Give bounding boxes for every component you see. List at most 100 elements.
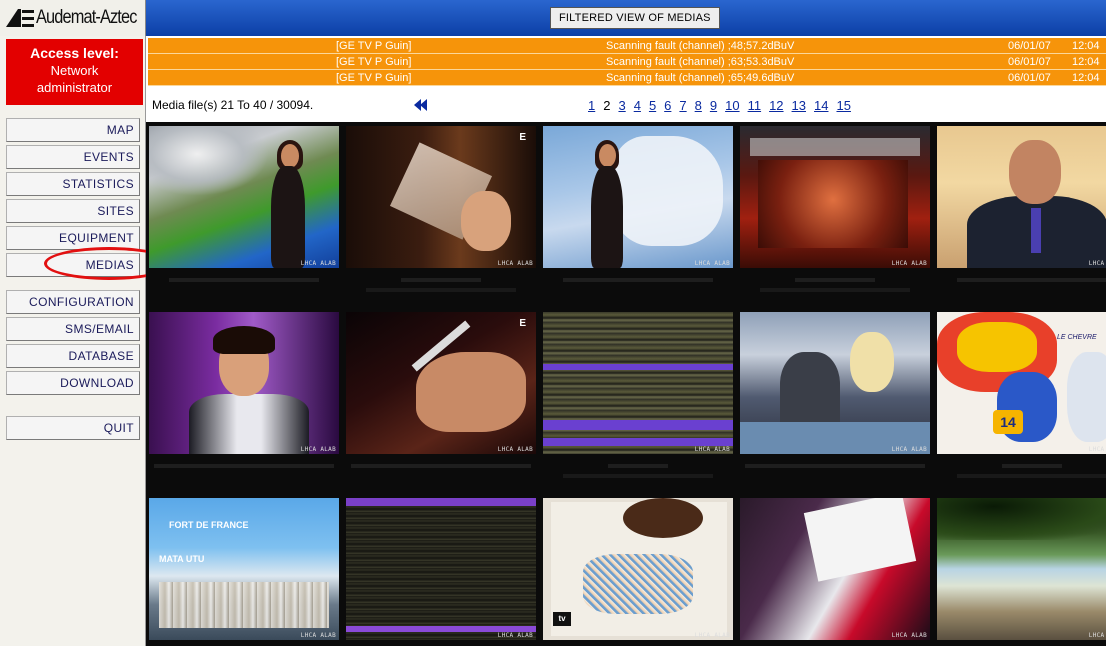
thumbnail-stamp: LHCA ALAB: [694, 446, 730, 453]
anchor-tie: [1031, 208, 1041, 253]
palm-foliage: [937, 498, 1106, 540]
hand: [623, 498, 703, 538]
page-link-1[interactable]: 1: [588, 98, 595, 113]
alarm-source: [GE TV P Guin]: [336, 40, 412, 52]
page-link-10[interactable]: 10: [725, 98, 739, 113]
nav-map-button[interactable]: MAP: [6, 118, 140, 142]
presenter-body: [591, 166, 623, 268]
presenter-face: [599, 144, 616, 167]
media-thumbnail-glass-closeup[interactable]: E LHCA ALAB: [346, 126, 536, 268]
thumbnail-stamp: LHCA ALAB: [497, 446, 533, 453]
logo-triangle-icon: [6, 9, 34, 27]
glitch-band: [543, 364, 733, 370]
page-link-9[interactable]: 9: [710, 98, 717, 113]
alarm-time: 12:04: [1072, 40, 1100, 52]
access-level-line2: administrator: [36, 80, 113, 95]
access-level-line1: Network: [50, 63, 99, 78]
audemat-aztec-logo: Audemat-Aztec: [0, 0, 146, 36]
thumbnail-caption: [937, 456, 1106, 484]
nav-equipment-button[interactable]: EQUIPMENT: [6, 226, 140, 250]
page-link-8[interactable]: 8: [695, 98, 702, 113]
page-link-12[interactable]: 12: [769, 98, 783, 113]
media-thumbnail-sketch-drawing[interactable]: tv LHCA ALAB: [543, 498, 733, 640]
media-thumbnail-weather-europe[interactable]: LHCA ALAB: [149, 126, 339, 268]
woman-figure: [850, 332, 894, 392]
thumbnail-stamp: LHCA ALAB: [497, 632, 533, 639]
glitch-band: [543, 438, 733, 446]
media-thumbnail-fashion-bag[interactable]: LHCA ALAB: [740, 498, 930, 640]
page-link-6[interactable]: 6: [664, 98, 671, 113]
media-gallery: LHCA ALAB E LHCA ALAB LHCA ALAB LHCA ALA…: [146, 122, 1106, 646]
media-thumbnail-glitched-frame[interactable]: LHCA ALAB: [543, 312, 733, 454]
page-current-2: 2: [603, 98, 611, 113]
thumbnail-caption: [346, 456, 536, 484]
france-map: [613, 136, 723, 246]
alarm-message: Scanning fault (channel) ;65;49.6dBuV: [606, 72, 795, 84]
page-link-7[interactable]: 7: [679, 98, 686, 113]
page-link-3[interactable]: 3: [618, 98, 625, 113]
alarm-source: [GE TV P Guin]: [336, 72, 412, 84]
page-link-14[interactable]: 14: [814, 98, 828, 113]
channel-14-badge: 14: [993, 410, 1023, 434]
thumbnail-stamp: LHCA ALAB: [891, 260, 927, 267]
channel-corner-mark: E: [519, 318, 526, 329]
channel-corner-mark: E: [519, 132, 526, 143]
thumbnail-stamp: LHCA ALAB: [1088, 260, 1106, 267]
media-thumbnail-concert[interactable]: LHCA ALAB: [740, 126, 930, 268]
media-thumbnail-news-anchor[interactable]: LHCA ALAB: [937, 126, 1106, 268]
alarm-time: 12:04: [1072, 56, 1100, 68]
media-thumbnail-cartoon-hearts[interactable]: LE CHEVRE 14 LHCA ALAB: [937, 312, 1106, 454]
nav-configuration-button[interactable]: CONFIGURATION: [6, 290, 140, 314]
thumbnail-stamp: LHCA ALAB: [891, 446, 927, 453]
cartoon-panel: [1067, 352, 1106, 442]
media-thumbnail-beach[interactable]: LHCA ALAB: [937, 498, 1106, 640]
nav-download-button[interactable]: DOWNLOAD: [6, 371, 140, 395]
alarm-row[interactable]: [GE TV P Guin] Scanning fault (channel) …: [148, 54, 1106, 70]
alarm-message: Scanning fault (channel) ;63;53.3dBuV: [606, 56, 795, 68]
nav-events-button[interactable]: EVENTS: [6, 145, 140, 169]
thumbnail-stamp: LHCA ALAB: [694, 260, 730, 267]
page-link-13[interactable]: 13: [792, 98, 806, 113]
nav-quit-button[interactable]: QUIT: [6, 416, 140, 440]
hand: [416, 352, 526, 432]
nav-database-button[interactable]: DATABASE: [6, 344, 140, 368]
glitch-band: [543, 420, 733, 430]
satellite-clouds: [149, 126, 269, 196]
thumbnail-caption: [149, 270, 339, 298]
nav-medias-button[interactable]: MEDIAS: [6, 253, 140, 277]
city-title-1: FORT DE FRANCE: [169, 520, 249, 530]
view-title: FILTERED VIEW OF MEDIAS: [550, 7, 720, 29]
double-left-arrow-icon[interactable]: [414, 99, 428, 111]
page-link-5[interactable]: 5: [649, 98, 656, 113]
media-thumbnail-office-scene[interactable]: LHCA ALAB: [740, 312, 930, 454]
thumbnail-stamp: LHCA ALAB: [891, 632, 927, 639]
media-thumbnail-man-purple-studio[interactable]: LHCA ALAB: [149, 312, 339, 454]
nav-sms-email-button[interactable]: SMS/EMAIL: [6, 317, 140, 341]
alarm-row[interactable]: [GE TV P Guin] Scanning fault (channel) …: [148, 38, 1106, 54]
page-link-15[interactable]: 15: [836, 98, 850, 113]
page-link-4[interactable]: 4: [634, 98, 641, 113]
thumbnail-stamp: LHCA ALAB: [300, 632, 336, 639]
concert-banner: [750, 138, 920, 156]
media-thumbnail-city-aerial[interactable]: FORT DE FRANCE MATA UTU LHCA ALAB: [149, 498, 339, 640]
media-thumbnail-hand-knife[interactable]: E LHCA ALAB: [346, 312, 536, 454]
tv-logo-badge: tv: [553, 612, 571, 626]
nav-statistics-button[interactable]: STATISTICS: [6, 172, 140, 196]
access-level-label: Access level:: [30, 45, 119, 61]
anchor-face: [1009, 140, 1061, 204]
thumbnail-stamp: LHCA ALAB: [1088, 632, 1106, 639]
logo-text: Audemat-Aztec: [36, 7, 137, 28]
alarm-date: 06/01/07: [1008, 56, 1051, 68]
nav-sites-button[interactable]: SITES: [6, 199, 140, 223]
page-link-11[interactable]: 11: [748, 98, 762, 113]
thumbnail-caption: [740, 456, 930, 484]
alarm-time: 12:04: [1072, 72, 1100, 84]
cartoon-yellow-shape: [957, 322, 1037, 372]
man-hair: [213, 326, 275, 354]
media-thumbnail-dark-glitch[interactable]: LHCA ALAB: [346, 498, 536, 640]
app-window: Audemat-Aztec FILTERED VIEW OF MEDIAS Ac…: [0, 0, 1106, 646]
alarm-date: 06/01/07: [1008, 40, 1051, 52]
media-count-text: Media file(s) 21 To 40 / 30094.: [152, 98, 314, 112]
media-thumbnail-weather-france[interactable]: LHCA ALAB: [543, 126, 733, 268]
alarm-row[interactable]: [GE TV P Guin] Scanning fault (channel) …: [148, 70, 1106, 86]
